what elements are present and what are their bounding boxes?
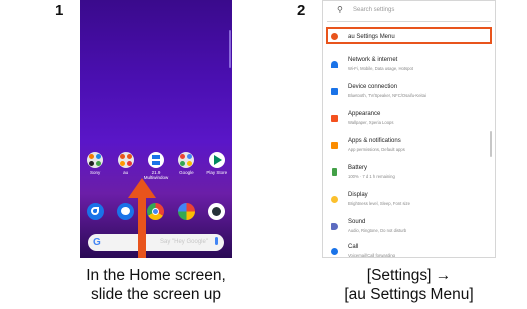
settings-item-subtitle: Wallpaper, Xperia Loops: [348, 120, 394, 125]
au-folder-icon: [117, 152, 134, 168]
step-2-caption: [Settings] → [au Settings Menu]: [300, 266, 518, 304]
sony-folder-icon: [87, 152, 104, 168]
app-sony[interactable]: Sony: [81, 152, 109, 180]
settings-item-subtitle: Audio, Ringtone, Do not disturb: [348, 228, 407, 233]
dock: [80, 203, 232, 220]
dock-messages[interactable]: [112, 203, 140, 220]
search-placeholder: Search settings: [353, 7, 395, 13]
home-screen[interactable]: Sony au 21.9 Multiwindow Google Play Sto…: [80, 0, 232, 258]
chrome-icon: [147, 203, 165, 220]
search-icon: ⚲: [337, 5, 343, 14]
dock-chrome[interactable]: [142, 203, 170, 220]
app-multiwindow[interactable]: 21.9 Multiwindow: [142, 152, 170, 180]
phone-icon: [86, 203, 104, 220]
google-search-bar[interactable]: G Say "Hey Google": [88, 234, 224, 251]
swipe-up-arrow-shaft: [138, 196, 146, 258]
call-icon: [331, 248, 338, 255]
multiwindow-icon: [147, 152, 164, 168]
photos-icon: [177, 203, 195, 220]
settings-item-title: Display: [348, 192, 368, 198]
settings-item-title: Sound: [348, 219, 366, 225]
device-connection-icon: [331, 88, 338, 95]
settings-item-title: Apps & notifications: [348, 138, 401, 144]
au-settings-icon: [331, 33, 338, 40]
settings-item-title: Appearance: [348, 111, 381, 117]
settings-item-subtitle: Brightness level, Sleep, Font size: [348, 201, 410, 206]
side-sense-bar[interactable]: [229, 30, 231, 68]
home-app-row: Sony au 21.9 Multiwindow Google Play Sto…: [80, 152, 232, 180]
app-label: Google: [179, 170, 194, 175]
settings-item-network[interactable]: Network & internet Wi-Fi, Mobile, Data u…: [323, 55, 495, 77]
settings-item-display[interactable]: Display Brightness level, Sleep, Font si…: [323, 190, 495, 212]
settings-scrollbar[interactable]: [490, 131, 492, 157]
app-label: Play Store: [206, 170, 228, 175]
display-icon: [331, 196, 338, 203]
google-folder-icon: [178, 152, 195, 168]
wifi-icon: [331, 61, 338, 68]
settings-item-title: Network & internet: [348, 57, 398, 63]
settings-screen: ⚲ Search settings au Settings Menu Netwo…: [322, 0, 496, 258]
camera-icon: [208, 203, 226, 220]
caption-line: [Settings] →: [366, 267, 452, 284]
settings-item-subtitle: Voicemail/Call forwarding: [348, 253, 396, 258]
appearance-icon: [331, 115, 338, 122]
caption-line: slide the screen up: [90, 286, 222, 303]
messages-icon: [117, 203, 135, 220]
settings-item-subtitle: Bluetooth, TV/Speaker, NFC/Osaifu-Keitai: [348, 93, 426, 98]
settings-item-battery[interactable]: Battery 100% · 7 d 1 h remaining: [323, 163, 495, 185]
app-google[interactable]: Google: [172, 152, 200, 180]
app-play-store[interactable]: Play Store: [203, 152, 231, 180]
app-label: au: [123, 170, 129, 175]
sound-icon: [331, 223, 338, 230]
settings-item-title: Battery: [348, 165, 368, 171]
settings-item-au-settings-menu[interactable]: au Settings Menu: [323, 30, 495, 44]
step-1-number: 1: [55, 2, 64, 19]
step-1-caption: In the Home screen, slide the screen up: [48, 266, 264, 304]
settings-item-subtitle: App permissions, Default apps: [348, 147, 405, 152]
settings-item-title: Device connection: [348, 84, 398, 90]
search-hint: Say "Hey Google": [160, 239, 208, 245]
swipe-up-arrow-icon: [128, 178, 156, 198]
step-2-number: 2: [297, 2, 306, 19]
mic-icon[interactable]: [215, 237, 218, 245]
settings-item-device-connection[interactable]: Device connection Bluetooth, TV/Speaker,…: [323, 82, 495, 104]
settings-item-subtitle: Wi-Fi, Mobile, Data usage, Hotspot: [348, 66, 413, 71]
settings-item-apps[interactable]: Apps & notifications App permissions, De…: [323, 136, 495, 158]
settings-item-call[interactable]: Call Voicemail/Call forwarding: [323, 242, 495, 258]
settings-item-appearance[interactable]: Appearance Wallpaper, Xperia Loops: [323, 109, 495, 131]
caption-line: [au Settings Menu]: [344, 286, 474, 303]
settings-item-title: au Settings Menu: [348, 34, 395, 40]
dock-photos[interactable]: [172, 203, 200, 220]
app-label: Sony: [90, 170, 101, 175]
app-au[interactable]: au: [112, 152, 140, 180]
battery-icon: [332, 168, 337, 176]
settings-item-title: Call: [348, 244, 359, 250]
dock-phone[interactable]: [81, 203, 109, 220]
apps-icon: [331, 142, 338, 149]
play-store-icon: [208, 152, 225, 168]
settings-item-sound[interactable]: Sound Audio, Ringtone, Do not disturb: [323, 217, 495, 239]
google-g-icon: G: [93, 237, 101, 248]
caption-line: In the Home screen,: [86, 267, 226, 284]
settings-item-subtitle: 100% · 7 d 1 h remaining: [348, 174, 395, 179]
dock-camera[interactable]: [203, 203, 231, 220]
settings-search-box[interactable]: ⚲ Search settings: [327, 1, 491, 22]
